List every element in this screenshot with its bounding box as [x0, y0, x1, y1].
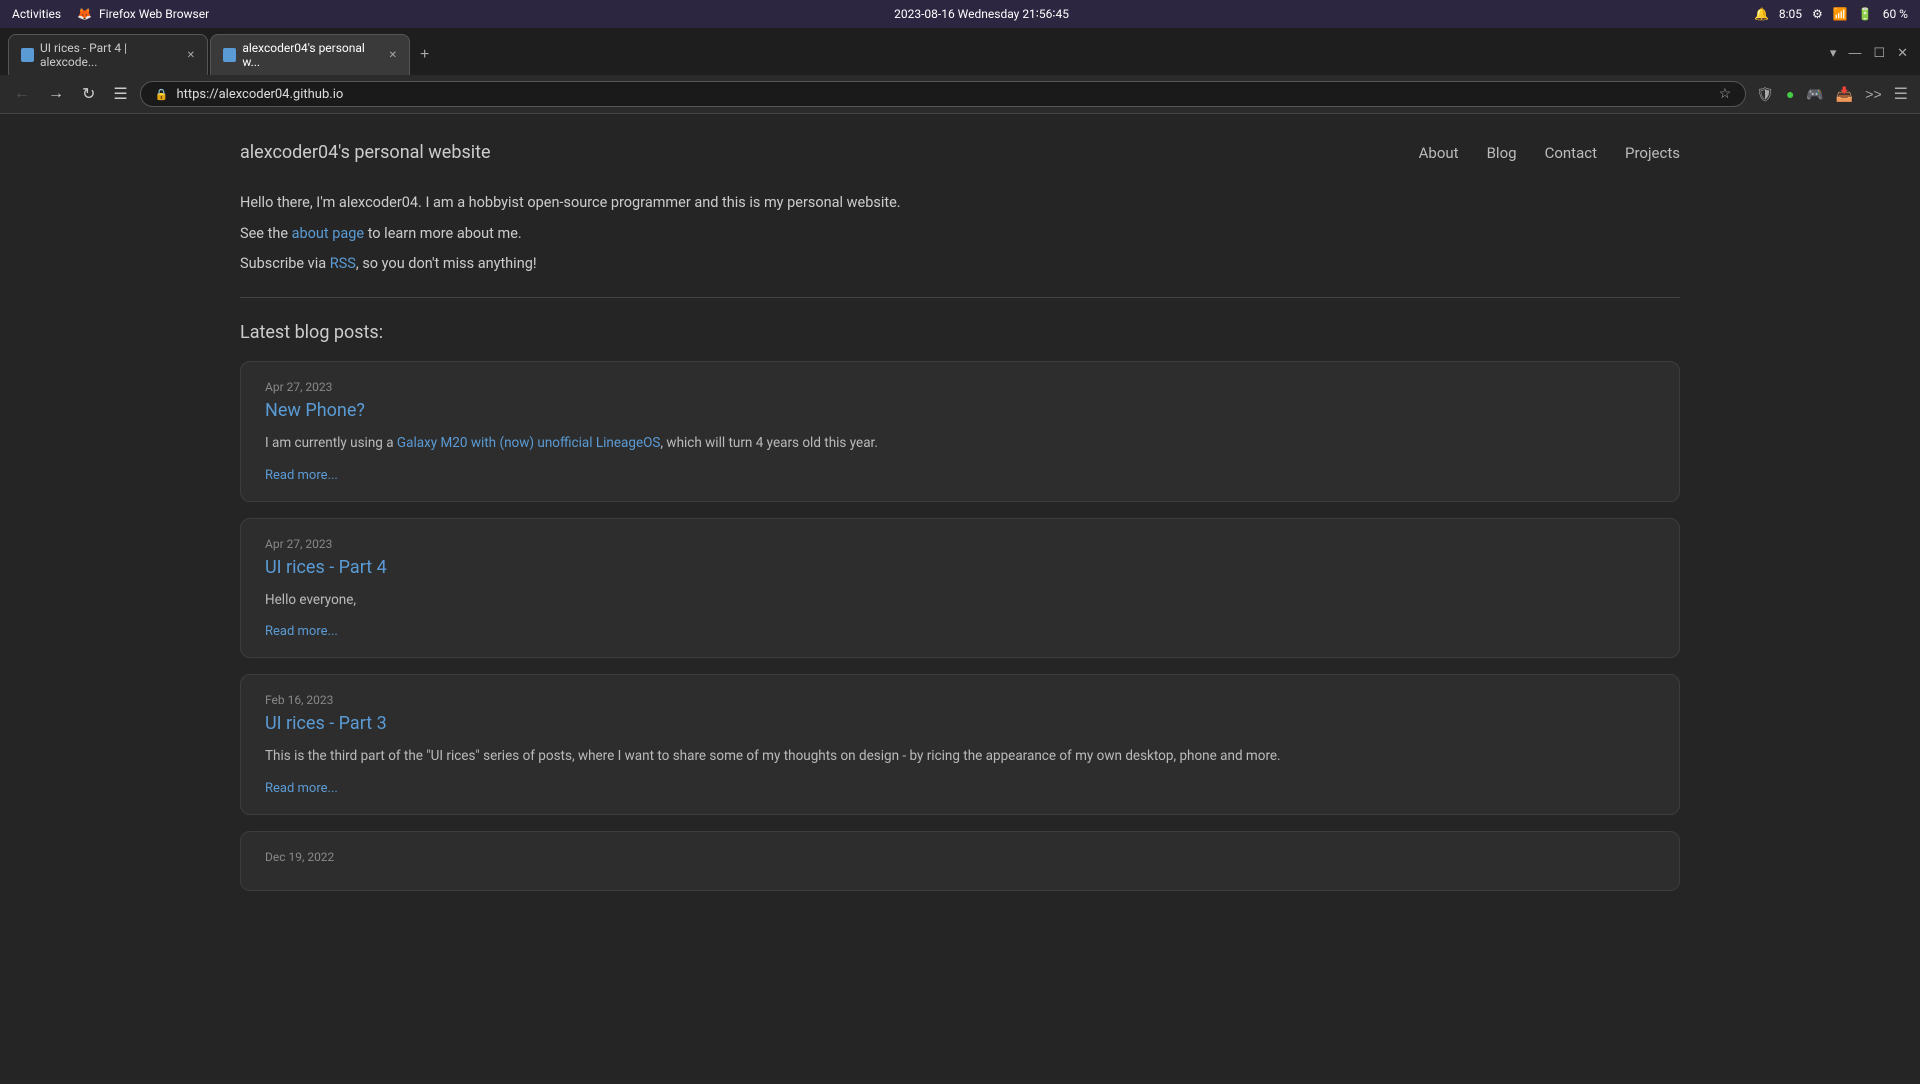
website-content: alexcoder04's personal website About Blo…	[0, 114, 1920, 1084]
new-tab-button[interactable]: +	[412, 42, 437, 68]
extension-ublock-button[interactable]: 🛡	[1752, 84, 1778, 105]
post-1-excerpt-suffix: , which will turn 4 years old this year.	[660, 435, 877, 451]
menu-button[interactable]: ☰	[1890, 82, 1912, 106]
post-3-excerpt-text: This is the third part of the "UI rices"…	[265, 748, 1281, 764]
nav-projects[interactable]: Projects	[1625, 144, 1680, 162]
post-2-read-more[interactable]: Read more...	[265, 624, 338, 639]
post-2-title[interactable]: UI rices - Part 4	[265, 557, 1655, 578]
tab-list-button[interactable]: ▾	[1826, 43, 1841, 63]
tab-2-close[interactable]: ✕	[389, 50, 397, 61]
back-button[interactable]: ←	[8, 83, 36, 105]
nav-about[interactable]: About	[1419, 144, 1459, 162]
browser-app-label: 🦊 Firefox Web Browser	[77, 7, 209, 21]
tab-2[interactable]: alexcoder04's personal w... ✕	[210, 34, 410, 75]
os-bar-right: 🔔 8:05 ⚙ 📶 🔋 60 %	[1754, 7, 1908, 21]
tab-2-favicon	[223, 48, 236, 62]
post-3-read-more[interactable]: Read more...	[265, 781, 338, 796]
blog-post-3: Feb 16, 2023 UI rices - Part 3 This is t…	[240, 674, 1680, 815]
bookmark-icon[interactable]: ☆	[1719, 86, 1732, 102]
site-nav: About Blog Contact Projects	[1419, 144, 1680, 162]
post-1-read-more[interactable]: Read more...	[265, 468, 338, 483]
nav-extras: 🛡 ● 🎮 📥 >> ☰	[1752, 82, 1912, 106]
rss-link[interactable]: RSS	[330, 255, 356, 272]
post-3-title[interactable]: UI rices - Part 3	[265, 713, 1655, 734]
post-4-date: Dec 19, 2022	[265, 850, 1655, 864]
save-page-button[interactable]: 📥	[1832, 84, 1857, 105]
nav-blog[interactable]: Blog	[1487, 144, 1517, 162]
nav-bar: ← → ↻ ☰ 🔒 https://alexcoder04.github.io …	[0, 75, 1920, 113]
nav-contact[interactable]: Contact	[1545, 144, 1597, 162]
blog-post-4-partial: Dec 19, 2022	[240, 831, 1680, 891]
tab-1-favicon	[21, 48, 34, 62]
activities-label[interactable]: Activities	[12, 7, 61, 21]
tab-1-label: UI rices - Part 4 | alexcode...	[40, 41, 177, 69]
reload-button[interactable]: ↻	[76, 82, 101, 106]
os-bar-left: Activities 🦊 Firefox Web Browser	[12, 7, 209, 21]
forward-button[interactable]: →	[42, 83, 70, 105]
settings-icon[interactable]: ⚙	[1812, 7, 1823, 21]
intro-line-2: See the about page to learn more about m…	[240, 222, 1680, 247]
about-page-link[interactable]: about page	[292, 225, 365, 242]
extensions-button[interactable]: >>	[1861, 84, 1885, 104]
battery-icon: 🔋	[1858, 7, 1873, 21]
post-3-excerpt: This is the third part of the "UI rices"…	[265, 746, 1655, 768]
post-1-excerpt-link[interactable]: Galaxy M20 with (now) unofficial Lineage…	[397, 435, 661, 451]
tab-2-label: alexcoder04's personal w...	[242, 41, 378, 69]
intro-line-1: Hello there, I'm alexcoder04. I am a hob…	[240, 191, 1680, 216]
blog-post-1: Apr 27, 2023 New Phone? I am currently u…	[240, 361, 1680, 502]
post-2-excerpt-text: Hello everyone,	[265, 592, 356, 608]
intro-line3-suffix: , so you don't miss anything!	[356, 255, 537, 272]
browser-chrome: UI rices - Part 4 | alexcode... ✕ alexco…	[0, 28, 1920, 114]
post-2-date: Apr 27, 2023	[265, 537, 1655, 551]
latest-posts-title: Latest blog posts:	[240, 322, 1680, 343]
post-1-title[interactable]: New Phone?	[265, 400, 1655, 421]
post-1-excerpt-prefix: I am currently using a	[265, 435, 397, 451]
minimize-button[interactable]: —	[1844, 43, 1865, 62]
intro-line2-suffix: to learn more about me.	[364, 225, 522, 242]
post-3-date: Feb 16, 2023	[265, 693, 1655, 707]
site-main: Hello there, I'm alexcoder04. I am a hob…	[0, 191, 1920, 951]
post-1-date: Apr 27, 2023	[265, 380, 1655, 394]
intro-line3-prefix: Subscribe via	[240, 255, 330, 272]
close-window-button[interactable]: ✕	[1893, 43, 1912, 63]
os-datetime: 2023-08-16 Wednesday 21∶56∶45	[894, 7, 1069, 21]
blog-post-2: Apr 27, 2023 UI rices - Part 4 Hello eve…	[240, 518, 1680, 659]
tab-1[interactable]: UI rices - Part 4 | alexcode... ✕	[8, 34, 208, 75]
post-1-excerpt: I am currently using a Galaxy M20 with (…	[265, 433, 1655, 455]
lock-icon: 🔒	[155, 88, 169, 101]
url-text: https://alexcoder04.github.io	[176, 87, 343, 102]
notification-icon[interactable]: 🔔	[1754, 7, 1769, 21]
reader-view-button[interactable]: ☰	[107, 82, 133, 106]
maximize-button[interactable]: ☐	[1869, 43, 1889, 63]
tab-1-close[interactable]: ✕	[187, 50, 195, 61]
section-divider	[240, 297, 1680, 298]
site-title: alexcoder04's personal website	[240, 142, 491, 163]
post-2-excerpt: Hello everyone,	[265, 590, 1655, 612]
url-bar[interactable]: 🔒 https://alexcoder04.github.io ☆	[140, 81, 1746, 107]
extension-game-button[interactable]: 🎮	[1802, 84, 1827, 105]
battery-label: 60 %	[1883, 7, 1908, 21]
time-display: 8:05	[1779, 7, 1802, 21]
tab-bar: UI rices - Part 4 | alexcode... ✕ alexco…	[0, 28, 1920, 75]
site-header: alexcoder04's personal website About Blo…	[0, 114, 1920, 191]
extension-green-button[interactable]: ●	[1782, 84, 1798, 104]
intro-line-3: Subscribe via RSS, so you don't miss any…	[240, 252, 1680, 277]
intro-line2-prefix: See the	[240, 225, 292, 242]
os-top-bar: Activities 🦊 Firefox Web Browser 2023-08…	[0, 0, 1920, 28]
firefox-icon: 🦊	[77, 7, 92, 21]
wifi-icon[interactable]: 📶	[1833, 7, 1848, 21]
